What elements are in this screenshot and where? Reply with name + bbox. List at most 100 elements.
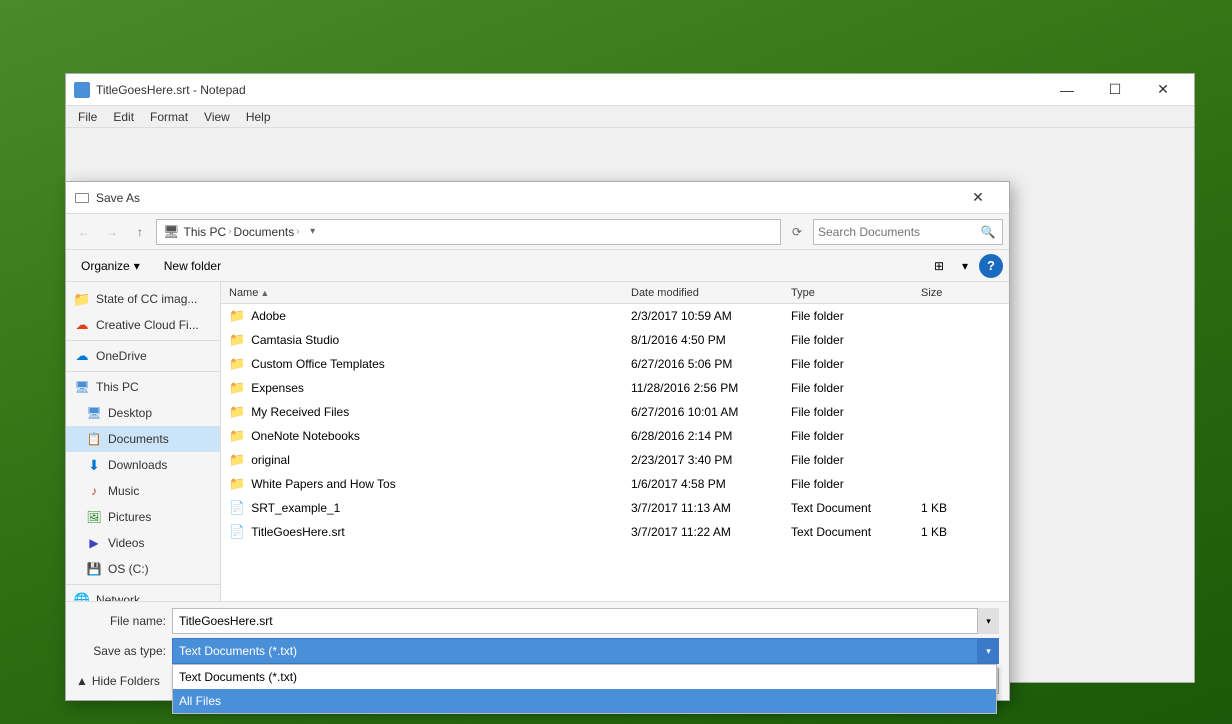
filename-dropdown-button[interactable]: ▾ bbox=[977, 608, 999, 634]
file-icon: 📄 bbox=[229, 524, 245, 540]
search-input[interactable] bbox=[818, 225, 978, 239]
table-row[interactable]: 📄 SRT_example_1 3/7/2017 11:13 AM Text D… bbox=[221, 496, 1009, 520]
filename-input[interactable] bbox=[172, 608, 999, 634]
sidebar-label-pictures: Pictures bbox=[108, 510, 151, 524]
table-row[interactable]: 📁 My Received Files 6/27/2016 10:01 AM F… bbox=[221, 400, 1009, 424]
file-icon: 📁 bbox=[229, 380, 245, 396]
refresh-button[interactable]: ⟳ bbox=[785, 220, 809, 244]
table-row[interactable]: 📁 Expenses 11/28/2016 2:56 PM File folde… bbox=[221, 376, 1009, 400]
sidebar-item-downloads[interactable]: ⬇ Downloads bbox=[66, 452, 220, 478]
col-header-size[interactable]: Size bbox=[921, 287, 1001, 299]
file-date: 6/27/2016 5:06 PM bbox=[631, 357, 791, 371]
col-header-name[interactable]: Name ▲ bbox=[229, 287, 631, 299]
file-type: File folder bbox=[791, 405, 921, 419]
table-row[interactable]: 📁 Camtasia Studio 8/1/2016 4:50 PM File … bbox=[221, 328, 1009, 352]
sidebar-item-this-pc[interactable]: 🖥 This PC bbox=[66, 374, 220, 400]
file-icon: 📁 bbox=[229, 404, 245, 420]
notepad-icon bbox=[74, 82, 90, 98]
bottom-area: File name: ▾ Save as type: Text Document… bbox=[66, 601, 1009, 700]
view-controls: ⊞ ▾ ? bbox=[927, 254, 1003, 278]
new-folder-button[interactable]: New folder bbox=[155, 254, 230, 278]
menu-edit[interactable]: Edit bbox=[105, 108, 142, 126]
filename-input-wrapper: ▾ bbox=[172, 608, 999, 634]
sidebar-item-os-c[interactable]: 💾 OS (C:) bbox=[66, 556, 220, 582]
forward-button[interactable]: → bbox=[100, 220, 124, 244]
sidebar-item-documents[interactable]: 📋 Documents bbox=[66, 426, 220, 452]
file-type: File folder bbox=[791, 357, 921, 371]
notepad-controls: — ☐ ✕ bbox=[1044, 74, 1186, 106]
col-header-type[interactable]: Type bbox=[791, 287, 921, 299]
sidebar-item-onedrive[interactable]: ☁ OneDrive bbox=[66, 343, 220, 369]
col-header-date[interactable]: Date modified bbox=[631, 287, 791, 299]
notepad-minimize-button[interactable]: — bbox=[1044, 74, 1090, 106]
file-date: 6/28/2016 2:14 PM bbox=[631, 429, 791, 443]
file-name-cell: 📄 TitleGoesHere.srt bbox=[229, 524, 631, 540]
sidebar-item-network[interactable]: 🌐 Network bbox=[66, 587, 220, 601]
organize-arrow-icon: ▾ bbox=[134, 259, 140, 273]
onedrive-icon: ☁ bbox=[74, 348, 90, 364]
sidebar-item-pictures[interactable]: 🖼 Pictures bbox=[66, 504, 220, 530]
address-icon: 🖥 bbox=[163, 224, 180, 240]
sidebar: 📁 State of CC imag... ☁ Creative Cloud F… bbox=[66, 282, 221, 601]
sidebar-item-desktop[interactable]: 🖥 Desktop bbox=[66, 400, 220, 426]
view-grid-button[interactable]: ⊞ bbox=[927, 254, 951, 278]
back-button[interactable]: ← bbox=[72, 220, 96, 244]
folder-icon: 📁 bbox=[74, 291, 90, 307]
notepad-menubar: File Edit Format View Help bbox=[66, 106, 1194, 128]
table-row[interactable]: 📁 Custom Office Templates 6/27/2016 5:06… bbox=[221, 352, 1009, 376]
file-date: 3/7/2017 11:22 AM bbox=[631, 525, 791, 539]
hide-folders-row: ▲ Hide Folders bbox=[76, 672, 160, 690]
sidebar-label-downloads: Downloads bbox=[108, 458, 167, 472]
table-row[interactable]: 📁 original 2/23/2017 3:40 PM File folder bbox=[221, 448, 1009, 472]
sidebar-item-state-cc[interactable]: 📁 State of CC imag... bbox=[66, 286, 220, 312]
organize-button[interactable]: Organize ▾ bbox=[72, 254, 149, 278]
file-type: File folder bbox=[791, 477, 921, 491]
save-as-dialog: Save As ✕ ← → ↑ 🖥 This PC › Documents › … bbox=[65, 181, 1010, 701]
file-icon: 📁 bbox=[229, 428, 245, 444]
file-icon: 📁 bbox=[229, 308, 245, 324]
menu-help[interactable]: Help bbox=[238, 108, 279, 126]
file-name-text: My Received Files bbox=[251, 405, 349, 419]
notepad-close-button[interactable]: ✕ bbox=[1140, 74, 1186, 106]
savetype-select-wrapper: Text Documents (*.txt) ▾ Text Documents … bbox=[172, 638, 999, 664]
file-type: File folder bbox=[791, 453, 921, 467]
up-button[interactable]: ↑ bbox=[128, 220, 152, 244]
hide-folders-arrow-icon: ▲ bbox=[76, 674, 88, 688]
file-icon: 📁 bbox=[229, 452, 245, 468]
sidebar-label-network: Network bbox=[96, 593, 140, 601]
savetype-dropdown-popup: Text Documents (*.txt) All Files bbox=[172, 664, 997, 714]
help-button[interactable]: ? bbox=[979, 254, 1003, 278]
breadcrumb-documents[interactable]: Documents bbox=[234, 225, 295, 239]
breadcrumb-this-pc[interactable]: This PC bbox=[184, 225, 227, 239]
main-content: 📁 State of CC imag... ☁ Creative Cloud F… bbox=[66, 282, 1009, 601]
savetype-display[interactable]: Text Documents (*.txt) bbox=[172, 638, 999, 664]
menu-file[interactable]: File bbox=[70, 108, 105, 126]
hide-folders-button[interactable]: ▲ Hide Folders bbox=[76, 674, 160, 688]
sidebar-label-onedrive: OneDrive bbox=[96, 349, 147, 363]
savetype-option-all[interactable]: All Files bbox=[173, 689, 996, 713]
menu-view[interactable]: View bbox=[196, 108, 238, 126]
file-type: File folder bbox=[791, 429, 921, 443]
table-row[interactable]: 📁 Adobe 2/3/2017 10:59 AM File folder bbox=[221, 304, 1009, 328]
dialog-close-button[interactable]: ✕ bbox=[955, 182, 1001, 214]
table-row[interactable]: 📁 White Papers and How Tos 1/6/2017 4:58… bbox=[221, 472, 1009, 496]
search-icon[interactable]: 🔍 bbox=[978, 222, 998, 242]
this-pc-icon: 🖥 bbox=[74, 379, 90, 395]
address-breadcrumb: This PC › Documents › bbox=[184, 225, 300, 239]
address-dropdown-button[interactable]: ▾ bbox=[304, 226, 322, 237]
breadcrumb-separator-1: › bbox=[228, 226, 231, 237]
savetype-option-txt[interactable]: Text Documents (*.txt) bbox=[173, 665, 996, 689]
view-dropdown-button[interactable]: ▾ bbox=[953, 254, 977, 278]
file-icon: 📁 bbox=[229, 356, 245, 372]
file-list: Name ▲ Date modified Type Size � bbox=[221, 282, 1009, 601]
menu-format[interactable]: Format bbox=[142, 108, 196, 126]
sidebar-item-creative-cloud[interactable]: ☁ Creative Cloud Fi... bbox=[66, 312, 220, 338]
sidebar-item-videos[interactable]: ▶ Videos bbox=[66, 530, 220, 556]
table-row[interactable]: 📁 OneNote Notebooks 6/28/2016 2:14 PM Fi… bbox=[221, 424, 1009, 448]
sidebar-item-music[interactable]: ♪ Music bbox=[66, 478, 220, 504]
drive-icon: 💾 bbox=[86, 561, 102, 577]
filename-row: File name: ▾ bbox=[76, 608, 999, 634]
table-row[interactable]: 📄 TitleGoesHere.srt 3/7/2017 11:22 AM Te… bbox=[221, 520, 1009, 544]
file-icon: 📁 bbox=[229, 476, 245, 492]
notepad-maximize-button[interactable]: ☐ bbox=[1092, 74, 1138, 106]
